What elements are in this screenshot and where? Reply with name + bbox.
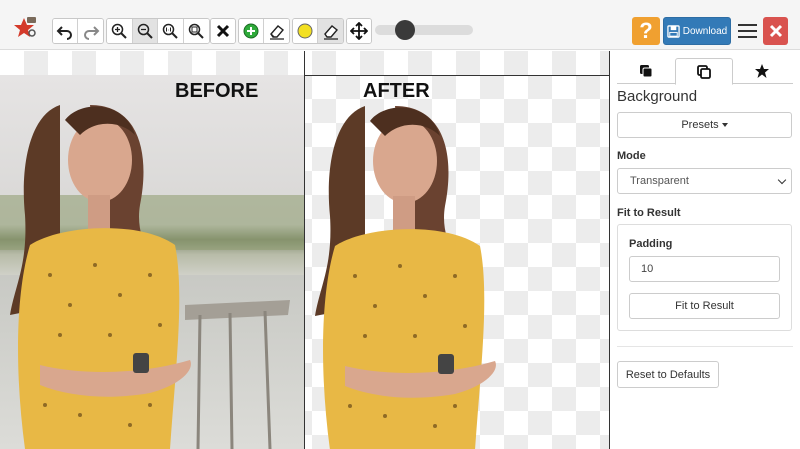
- pan-button[interactable]: [347, 19, 371, 43]
- history-group: [52, 18, 104, 44]
- zoom-out-icon: [137, 23, 153, 39]
- tab-background[interactable]: [675, 58, 733, 85]
- mark-group: [238, 18, 290, 44]
- before-image: [0, 75, 305, 449]
- mode-label: Mode: [617, 150, 646, 162]
- divider: [617, 346, 793, 347]
- zoom-fit-icon: [188, 23, 204, 39]
- star-icon: [755, 64, 769, 78]
- clear-button[interactable]: [211, 19, 235, 43]
- zoom-in-button[interactable]: [107, 19, 133, 43]
- original-photo: [0, 105, 305, 449]
- menu-button[interactable]: [734, 17, 760, 45]
- after-label: AFTER: [363, 80, 430, 102]
- zoom-out-button[interactable]: [132, 19, 158, 43]
- save-icon: [667, 24, 680, 38]
- chevron-down-icon: [777, 175, 787, 184]
- move-icon: [350, 22, 368, 40]
- color-eraser-button[interactable]: [318, 19, 343, 43]
- caret-down-icon: [721, 123, 728, 127]
- eraser-button[interactable]: [264, 19, 289, 43]
- toolbar: ? Download: [0, 0, 800, 50]
- cutout-photo: [315, 106, 496, 449]
- undo-button[interactable]: [53, 19, 79, 43]
- padding-input[interactable]: 10: [629, 256, 780, 282]
- keep-brush-button[interactable]: [239, 19, 265, 43]
- panel-tabs: [617, 58, 793, 85]
- mode-value: Transparent: [630, 175, 689, 187]
- pan-group: [346, 18, 372, 44]
- color-group: [292, 18, 344, 44]
- zoom-fit-button[interactable]: [183, 19, 209, 43]
- after-image: [305, 75, 609, 449]
- app-logo-icon: [12, 15, 38, 41]
- image-canvas[interactable]: BEFORE AFTER: [0, 51, 610, 449]
- close-icon: [769, 24, 782, 38]
- fit-to-result-button[interactable]: Fit to Result: [629, 293, 780, 319]
- split-divider: [304, 51, 305, 449]
- tab-layers[interactable]: [617, 58, 675, 84]
- layers-icon: [640, 65, 653, 78]
- settings-panel: Background Presets Mode Transparent Fit …: [611, 51, 800, 449]
- eraser-icon: [269, 25, 284, 40]
- download-button[interactable]: Download: [663, 17, 731, 45]
- redo-icon: [83, 26, 99, 40]
- mode-select[interactable]: Transparent: [617, 168, 792, 194]
- copy-icon: [697, 64, 711, 79]
- presets-label: Presets: [681, 119, 719, 131]
- slider-handle[interactable]: [394, 20, 415, 40]
- fit-section-label: Fit to Result: [617, 207, 681, 219]
- yellow-circle-icon: [297, 23, 313, 39]
- app-window: ? Download BEFORE AFTER Background Prese…: [0, 0, 800, 449]
- clear-group: [210, 18, 236, 44]
- reset-defaults-button[interactable]: Reset to Defaults: [617, 361, 719, 388]
- zoom-actual-button[interactable]: [158, 19, 184, 43]
- panel-title: Background: [617, 88, 698, 105]
- color-picker-button[interactable]: [293, 19, 319, 43]
- close-button[interactable]: [763, 17, 788, 45]
- plus-circle-icon: [243, 23, 259, 39]
- undo-icon: [56, 26, 72, 40]
- zoom-group: [106, 18, 210, 44]
- download-label: Download: [682, 25, 728, 37]
- presets-dropdown[interactable]: Presets: [617, 112, 792, 138]
- x-icon: [216, 24, 230, 38]
- eraser-icon: [323, 25, 338, 40]
- redo-button[interactable]: [78, 19, 103, 43]
- fit-section: Padding 10 Fit to Result: [617, 224, 792, 331]
- zoom-in-icon: [112, 23, 127, 39]
- padding-label: Padding: [629, 238, 673, 250]
- hamburger-icon: [737, 24, 757, 26]
- before-label: BEFORE: [175, 80, 259, 102]
- tab-favorites[interactable]: [733, 58, 791, 84]
- zoom-actual-icon: [163, 23, 178, 39]
- brush-size-slider[interactable]: [375, 20, 473, 40]
- help-button[interactable]: ?: [632, 17, 660, 45]
